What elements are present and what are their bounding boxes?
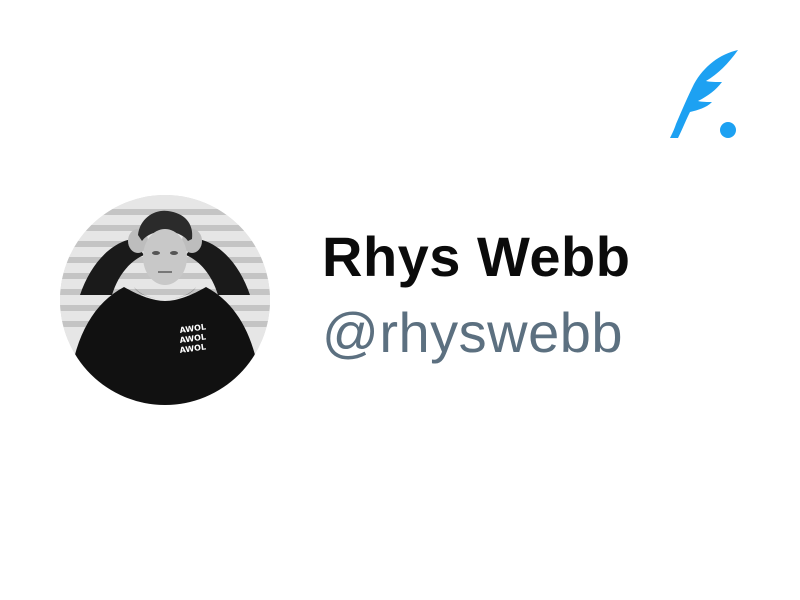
profile-identity: Rhys Webb @rhyswebb <box>322 225 682 365</box>
user-handle[interactable]: @rhyswebb <box>322 301 682 365</box>
profile-card: AWOL AWOL AWOL Rhys Webb @rhyswebb <box>60 195 700 405</box>
page: AWOL AWOL AWOL Rhys Webb @rhyswebb <box>0 0 800 600</box>
avatar[interactable]: AWOL AWOL AWOL <box>60 195 270 405</box>
feather-logo-icon <box>664 46 740 142</box>
display-name[interactable]: Rhys Webb <box>322 225 682 289</box>
